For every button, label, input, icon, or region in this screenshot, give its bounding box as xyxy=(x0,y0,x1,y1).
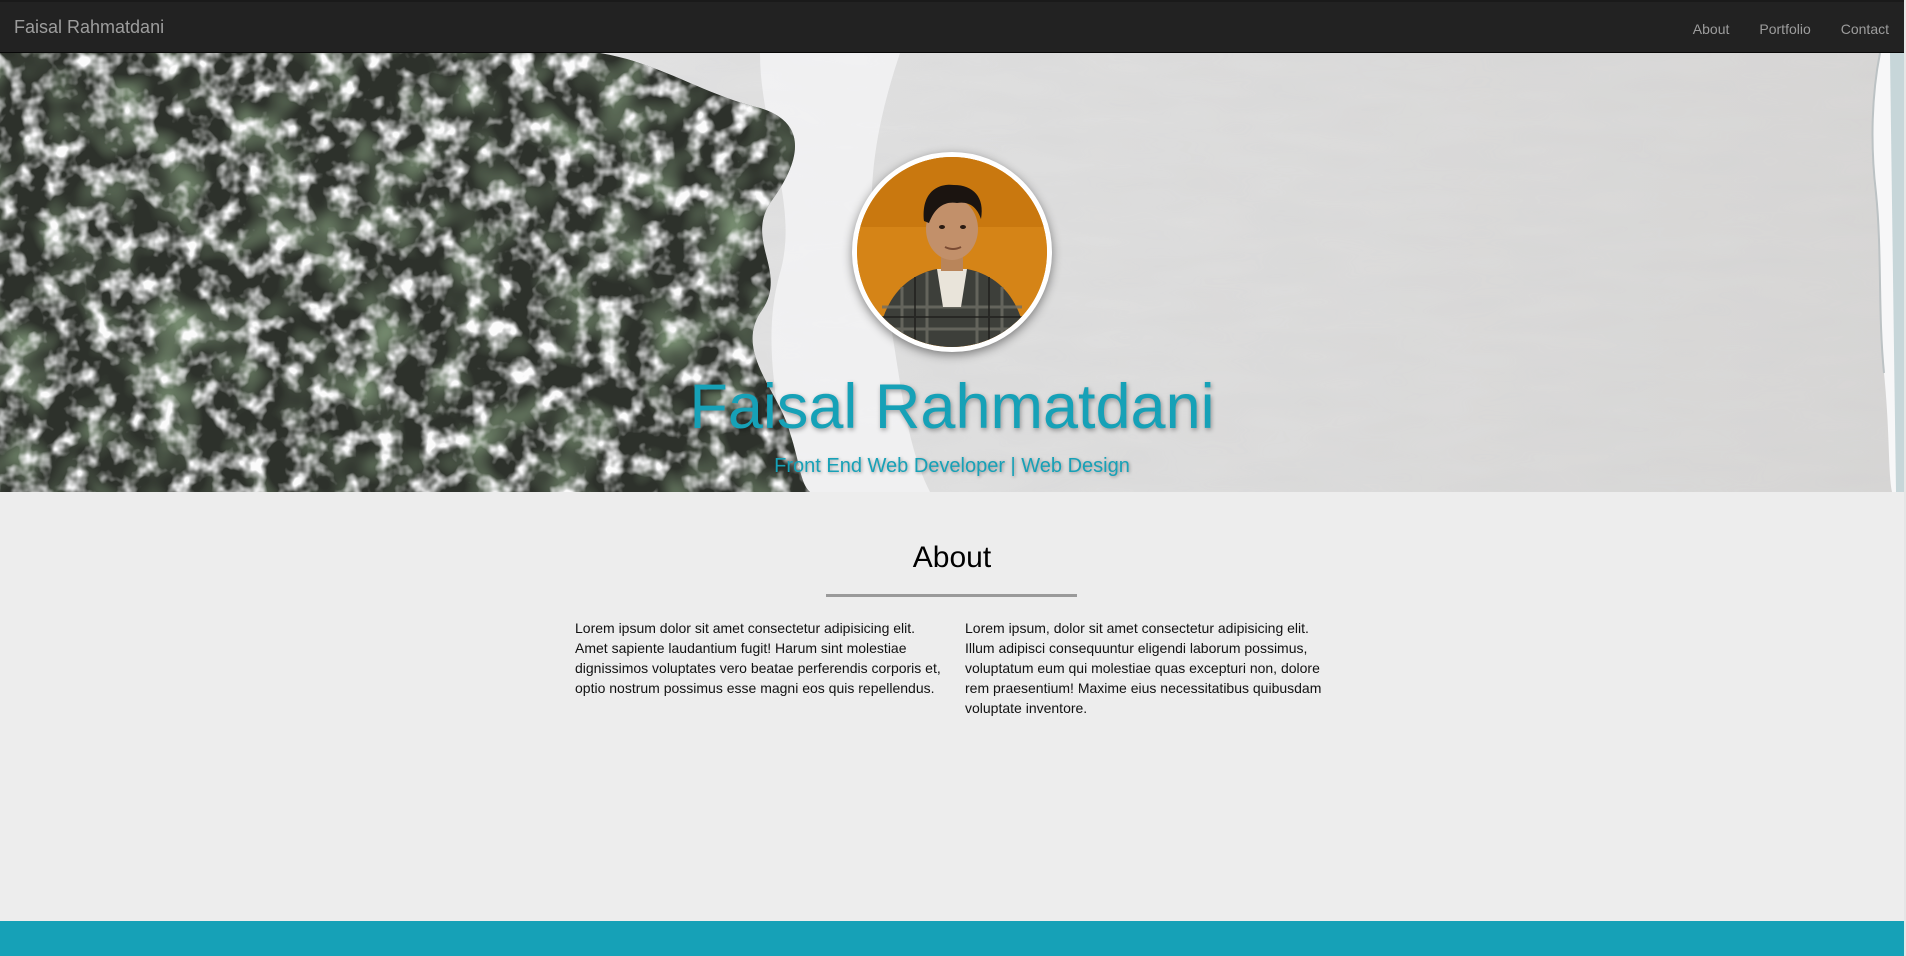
hero-section: Faisal Rahmatdani Front End Web Develope… xyxy=(0,53,1904,492)
page: Faisal Rahmatdani About Portfolio Contac… xyxy=(0,0,1906,956)
about-title: About xyxy=(912,541,992,574)
nav-links: About Portfolio Contact xyxy=(1678,2,1904,55)
nav-link-contact[interactable]: Contact xyxy=(1826,19,1904,39)
brand-link[interactable]: Faisal Rahmatdani xyxy=(14,16,164,38)
nav-link-portfolio[interactable]: Portfolio xyxy=(1744,19,1825,39)
hero-subtitle: Front End Web Developer | Web Design xyxy=(774,455,1130,477)
nav-link-about[interactable]: About xyxy=(1678,19,1745,39)
about-paragraph-left: Lorem ipsum dolor sit amet consectetur a… xyxy=(575,620,941,696)
hero-name: Faisal Rahmatdani xyxy=(689,372,1215,442)
footer-strip xyxy=(0,921,1904,956)
navbar: Faisal Rahmatdani About Portfolio Contac… xyxy=(0,0,1904,53)
about-divider xyxy=(826,594,1077,597)
about-paragraph-right: Lorem ipsum, dolor sit amet consectetur … xyxy=(965,620,1322,716)
profile-photo xyxy=(852,152,1052,352)
